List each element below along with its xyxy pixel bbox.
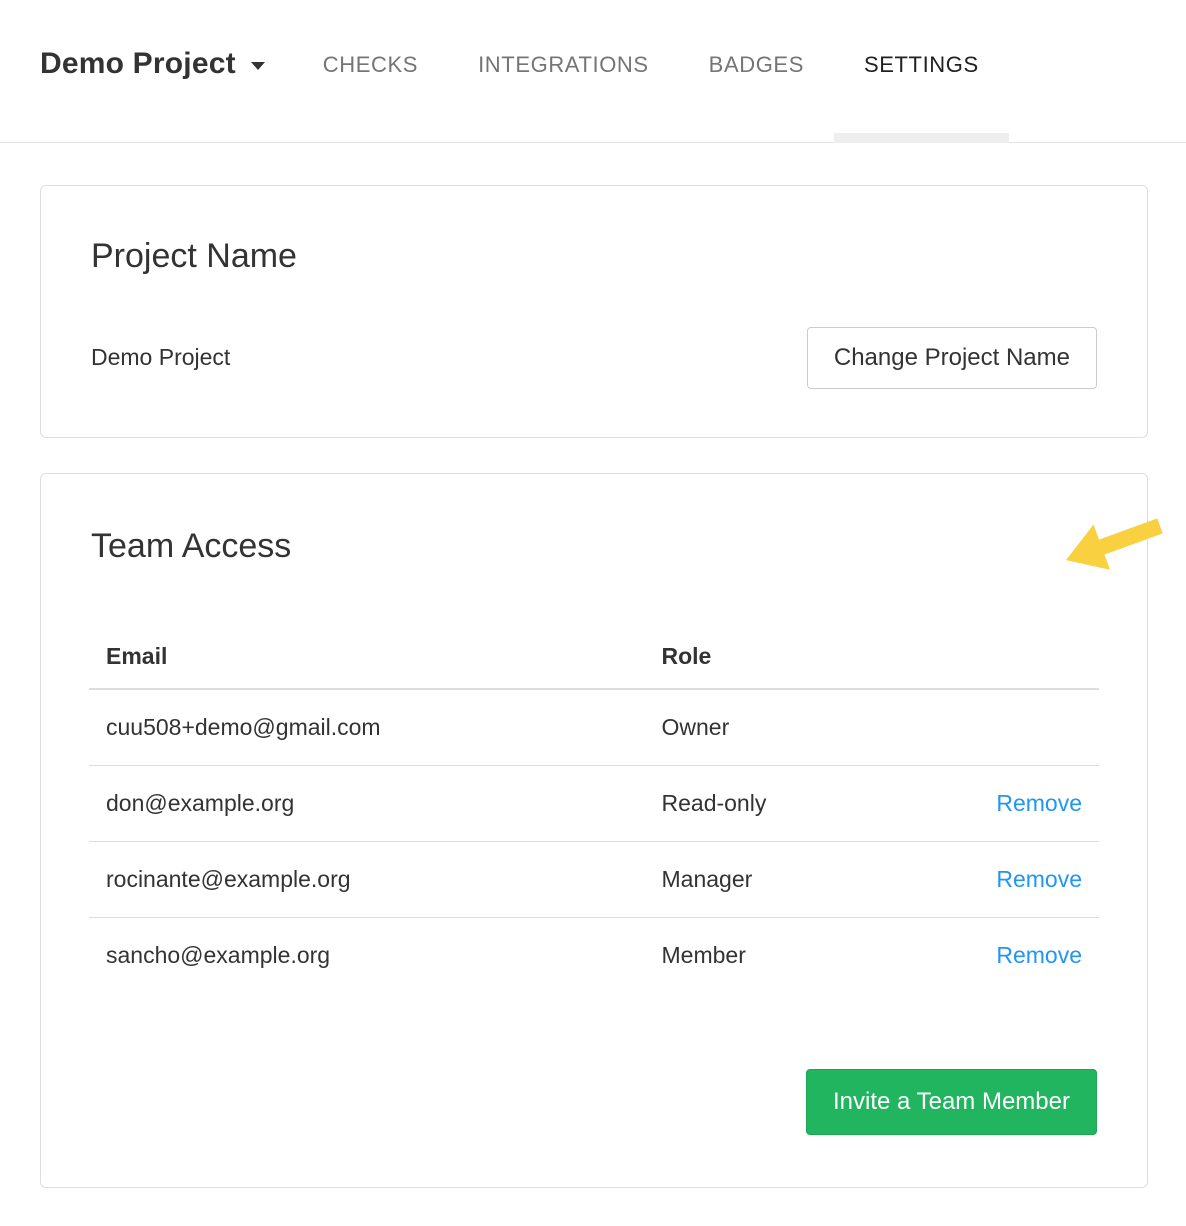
project-name-card: Project Name Demo Project Change Project… — [40, 185, 1148, 438]
project-switcher-label: Demo Project — [40, 47, 236, 81]
member-role-cell: Manager — [645, 841, 958, 917]
member-action-cell: Remove — [958, 917, 1099, 993]
invite-row: Invite a Team Member — [41, 1069, 1147, 1135]
column-header-email: Email — [89, 615, 645, 689]
member-action-cell — [958, 689, 1099, 766]
member-role-cell: Owner — [645, 689, 958, 766]
table-row: sancho@example.org Member Remove — [89, 917, 1099, 993]
project-switcher[interactable]: Demo Project — [40, 0, 265, 142]
table-row: cuu508+demo@gmail.com Owner — [89, 689, 1099, 766]
table-row: rocinante@example.org Manager Remove — [89, 841, 1099, 917]
member-email-cell: sancho@example.org — [89, 917, 645, 993]
change-project-name-button[interactable]: Change Project Name — [807, 327, 1097, 389]
chevron-down-icon — [251, 62, 265, 70]
remove-link[interactable]: Remove — [996, 790, 1082, 816]
project-name-card-title: Project Name — [91, 236, 1097, 277]
tab-badges[interactable]: BADGES — [679, 0, 834, 143]
remove-link[interactable]: Remove — [996, 866, 1082, 892]
tab-checks[interactable]: CHECKS — [293, 0, 448, 143]
team-table-wrap: Email Role cuu508+demo@gmail.com Owner d… — [41, 615, 1147, 993]
member-role-cell: Member — [645, 917, 958, 993]
member-action-cell: Remove — [958, 841, 1099, 917]
tab-integrations[interactable]: INTEGRATIONS — [448, 0, 679, 143]
project-name-row: Demo Project Change Project Name — [91, 327, 1097, 389]
member-action-cell: Remove — [958, 765, 1099, 841]
member-email-cell: cuu508+demo@gmail.com — [89, 689, 645, 766]
team-access-card-head: Team Access — [41, 526, 1147, 567]
settings-page: Project Name Demo Project Change Project… — [0, 143, 1186, 1188]
member-role-cell: Read-only — [645, 765, 958, 841]
table-row: don@example.org Read-only Remove — [89, 765, 1099, 841]
table-header-row: Email Role — [89, 615, 1099, 689]
project-name-value: Demo Project — [91, 344, 230, 371]
invite-team-member-button[interactable]: Invite a Team Member — [806, 1069, 1097, 1135]
team-access-card: Team Access Email Role cuu508+demo@gmail… — [40, 473, 1148, 1188]
remove-link[interactable]: Remove — [996, 942, 1082, 968]
tab-settings[interactable]: SETTINGS — [834, 0, 1009, 143]
column-header-role: Role — [645, 615, 958, 689]
member-email-cell: rocinante@example.org — [89, 841, 645, 917]
column-header-action — [958, 615, 1099, 689]
team-table: Email Role cuu508+demo@gmail.com Owner d… — [89, 615, 1099, 993]
top-nav: Demo Project CHECKS INTEGRATIONS BADGES … — [0, 0, 1186, 143]
tab-bar: CHECKS INTEGRATIONS BADGES SETTINGS — [293, 0, 1009, 142]
team-access-card-title: Team Access — [91, 526, 1097, 567]
member-email-cell: don@example.org — [89, 765, 645, 841]
